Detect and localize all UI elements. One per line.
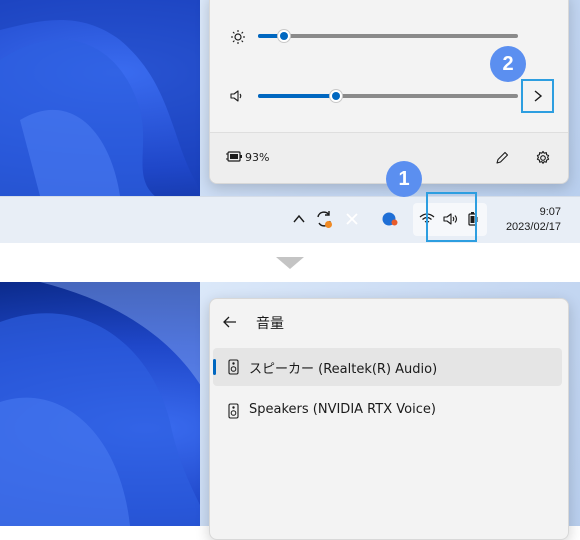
chevron-up-icon[interactable] — [292, 213, 306, 225]
brightness-track — [258, 34, 518, 38]
step-1-badge: 1 — [386, 161, 422, 197]
pencil-icon[interactable] — [494, 150, 510, 166]
step-2-badge: 2 — [490, 46, 526, 82]
battery-charging-icon — [226, 151, 242, 162]
taskbar — [0, 196, 580, 243]
battery-percentage: 93% — [245, 151, 270, 164]
step-arrow — [276, 257, 304, 269]
arrow-left-icon[interactable] — [222, 314, 238, 330]
device-label-realtek: スピーカー (Realtek(R) Audio) — [249, 362, 438, 377]
volume-tray-callout-box — [426, 192, 477, 242]
device-label-nvidia: Speakers (NVIDIA RTX Voice) — [249, 402, 436, 417]
chevron-callout-box — [521, 79, 554, 113]
brightness-slider[interactable] — [258, 28, 518, 44]
volume-thumb[interactable] — [329, 89, 343, 103]
brightness-thumb[interactable] — [277, 29, 291, 43]
speaker-device-icon — [228, 403, 239, 419]
volume-slider[interactable] — [258, 88, 518, 104]
sync-icon[interactable] — [314, 209, 334, 229]
gear-icon[interactable] — [535, 150, 551, 166]
taskbar-clock[interactable]: 9:07 2023/02/17 — [506, 205, 561, 235]
close-icon[interactable] — [344, 211, 360, 227]
speaker-device-icon — [228, 359, 239, 375]
app-icon[interactable] — [380, 210, 400, 228]
clock-time: 9:07 — [539, 206, 561, 218]
volume-panel-title: 音量 — [256, 316, 284, 332]
selected-indicator — [213, 359, 216, 375]
volume-fill — [258, 94, 336, 98]
speaker-icon — [230, 90, 242, 102]
clock-date: 2023/02/17 — [505, 221, 561, 233]
top-screenshot: 93% 2 9:07 2023/02/17 1 — [0, 0, 580, 243]
sun-icon — [231, 30, 245, 44]
